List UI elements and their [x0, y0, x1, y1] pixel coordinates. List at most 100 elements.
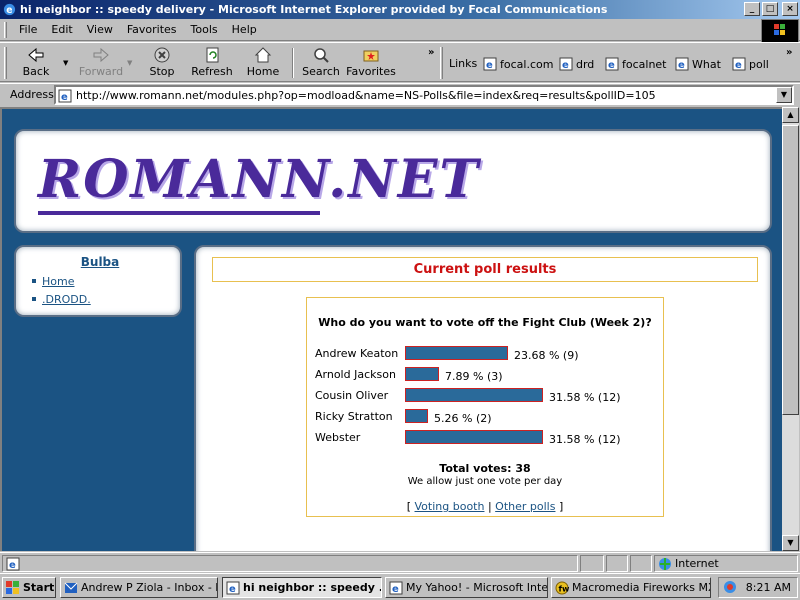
sidebar-link-home[interactable]: Home [42, 275, 74, 288]
standard-toolbar: Back ▼ Forward ▼ Stop Refresh Home Searc… [0, 42, 800, 82]
menu-bar: File Edit View Favorites Tools Help [0, 19, 800, 41]
other-polls-link[interactable]: Other polls [495, 500, 555, 513]
voting-booth-link[interactable]: Voting booth [415, 500, 485, 513]
stop-icon [154, 47, 170, 63]
minimize-button[interactable]: _ [744, 2, 760, 16]
windows-flag-icon [6, 581, 19, 594]
back-button[interactable]: Back [14, 45, 58, 81]
task-ie-hi-neighbor[interactable]: e hi neighbor :: speedy ... [222, 577, 382, 598]
refresh-icon [206, 47, 219, 63]
system-tray: 8:21 AM [718, 577, 798, 598]
link-focalnet[interactable]: e focalnet [605, 57, 667, 71]
favorites-folder-icon [363, 50, 379, 62]
poll-option-bar [405, 409, 428, 423]
menu-tools[interactable]: Tools [184, 19, 225, 41]
poll-results-heading: Current poll results [212, 257, 758, 282]
address-input[interactable]: e http://www.romann.net/modules.php?op=m… [54, 85, 794, 105]
stop-label: Stop [149, 65, 175, 78]
menu-edit[interactable]: Edit [44, 19, 79, 41]
search-icon [314, 48, 329, 63]
windows-logo-throbber [761, 19, 799, 43]
bullet-icon [32, 297, 36, 301]
vertical-scrollbar[interactable]: ▲ ▼ [782, 107, 799, 551]
stop-button[interactable]: Stop [144, 45, 180, 81]
svg-text:e: e [562, 60, 569, 71]
home-icon [254, 47, 272, 63]
toolbar-separator [292, 48, 294, 78]
scroll-down-arrow-icon[interactable]: ▼ [782, 535, 799, 551]
menu-help[interactable]: Help [225, 19, 264, 41]
poll-option-percent: 31.58 % (12) [549, 391, 621, 404]
internet-explorer-icon: e [389, 581, 403, 595]
window-title: hi neighbor :: speedy delivery - Microso… [20, 3, 608, 16]
window-title-bar[interactable]: e hi neighbor :: speedy delivery - Micro… [0, 0, 800, 19]
poll-option-row: Cousin Oliver 31.58 % (12) [315, 388, 655, 404]
menu-grip[interactable] [4, 22, 7, 38]
address-dropdown-icon[interactable]: ▼ [776, 87, 792, 103]
start-button[interactable]: Start [2, 577, 56, 598]
task-my-yahoo[interactable]: e My Yahoo! - Microsoft Inter... [385, 577, 548, 598]
windows-flag-icon [774, 24, 785, 35]
address-label: Address [10, 88, 54, 101]
maximize-button[interactable]: □ [762, 2, 778, 16]
poll-option-bar [405, 388, 543, 402]
links-label: Links [449, 57, 478, 70]
favorites-label: Favorites [346, 65, 396, 78]
back-label: Back [22, 65, 50, 78]
main-content: Current poll results Who do you want to … [194, 245, 772, 551]
back-dropdown-icon[interactable]: ▼ [63, 59, 68, 67]
task-outlook[interactable]: Andrew P Ziola - Inbox - L... [60, 577, 218, 598]
menu-favorites[interactable]: Favorites [120, 19, 184, 41]
poll-option-name: Ricky Stratton [315, 410, 393, 423]
poll-option-name: Andrew Keaton [315, 347, 399, 360]
favorites-button[interactable]: Favorites [346, 45, 396, 81]
link-poll[interactable]: e poll [732, 57, 769, 71]
home-button[interactable]: Home [244, 45, 282, 81]
refresh-button[interactable]: Refresh [188, 45, 236, 81]
status-lock-cell [606, 555, 628, 572]
poll-note: We allow just one vote per day [407, 476, 563, 487]
links-overflow-chevron-icon[interactable]: » [786, 47, 792, 58]
links-grip[interactable] [440, 47, 443, 79]
bullet-icon [32, 279, 36, 283]
forward-button[interactable]: Forward [76, 45, 126, 81]
poll-option-bar [405, 367, 439, 381]
poll-question: Who do you want to vote off the Fight Cl… [318, 316, 652, 329]
forward-label: Forward [78, 65, 124, 78]
forward-dropdown-icon[interactable]: ▼ [127, 59, 132, 67]
status-text-cell: e [2, 555, 578, 572]
link-what[interactable]: e What [675, 57, 721, 71]
scroll-thumb[interactable] [782, 125, 799, 415]
address-url: http://www.romann.net/modules.php?op=mod… [76, 89, 656, 102]
ie-page-icon: e [675, 57, 689, 71]
poll-option-percent: 31.58 % (12) [549, 433, 621, 446]
scroll-up-arrow-icon[interactable]: ▲ [782, 107, 799, 123]
menu-file[interactable]: File [12, 19, 44, 41]
search-button[interactable]: Search [300, 45, 342, 81]
ie-page-icon: e [58, 89, 72, 103]
security-zone[interactable]: Internet [654, 555, 798, 572]
poll-option-name: Webster [315, 431, 361, 444]
close-button[interactable]: × [782, 2, 798, 16]
site-header: ROMANN.NET [14, 129, 772, 233]
ie-page-icon: e [483, 57, 497, 71]
svg-text:e: e [608, 60, 615, 71]
poll-option-percent: 23.68 % (9) [514, 349, 579, 362]
toolbar-overflow-chevron-icon[interactable]: » [428, 47, 434, 58]
tray-app-icon[interactable] [723, 580, 737, 594]
link-drd[interactable]: e drd [559, 57, 594, 71]
poll-total-votes: Total votes: 38 [439, 462, 531, 475]
task-fireworks[interactable]: fw Macromedia Fireworks MX [551, 577, 711, 598]
poll-option-row: Arnold Jackson 7.89 % (3) [315, 367, 655, 383]
clock[interactable]: 8:21 AM [746, 578, 791, 597]
site-logo[interactable]: ROMANN.NET [38, 149, 480, 210]
sidebar-link-drodd[interactable]: .DRODD. [42, 293, 91, 306]
menu-view[interactable]: View [80, 19, 120, 41]
sidebar-title[interactable]: Bulba [16, 255, 184, 269]
toolbar-grip[interactable] [4, 47, 7, 79]
back-arrow-icon [28, 47, 44, 63]
svg-text:e: e [9, 560, 16, 571]
link-focal-com[interactable]: e focal.com [483, 57, 553, 71]
ie-page-icon: e [732, 57, 746, 71]
status-progress-cell [580, 555, 604, 572]
